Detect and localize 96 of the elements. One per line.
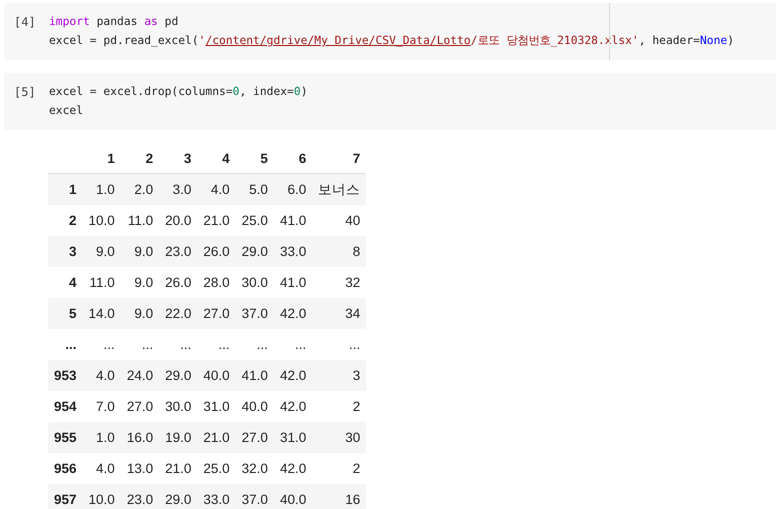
table-cell: 40.0: [197, 360, 236, 391]
table-cell: ...: [274, 329, 312, 360]
code-line: excel = pd.read_excel('/content/gdrive/My Drive/CSV_Data/Lotto/로또 당첨번호_210328.xlsx', header=None): [49, 33, 734, 49]
code-line: excel: [49, 103, 84, 119]
table-cell: 1.0: [82, 174, 121, 205]
table-cell: 29.0: [159, 360, 198, 391]
table-cell: 9.0: [120, 267, 160, 298]
row-index: 4: [48, 267, 83, 298]
table-cell: 4.0: [197, 174, 236, 205]
table-cell: ...: [236, 329, 274, 360]
table-cell: ...: [197, 329, 236, 360]
table-cell: 25.0: [236, 205, 274, 236]
table-cell: 23.0: [159, 236, 198, 267]
table-cell: 보너스: [312, 174, 366, 205]
table-cell: 11.0: [82, 267, 121, 298]
table-cell: 11.0: [120, 205, 160, 236]
table-cell: 29.0: [159, 484, 198, 509]
table-cell: 31.0: [197, 391, 236, 422]
table-cell: 21.0: [197, 422, 236, 453]
table-cell: 7.0: [82, 391, 121, 422]
table-cell: 27.0: [120, 391, 160, 422]
table-cell: 10.0: [82, 205, 121, 236]
table-cell: 32: [312, 267, 366, 298]
table-cell: 16.0: [120, 422, 160, 453]
table-cell: 24.0: [120, 360, 160, 391]
table-cell: 4.0: [82, 360, 121, 391]
table-cell: 21.0: [197, 205, 236, 236]
table-cell: 16: [312, 484, 366, 509]
row-index: 953: [48, 360, 83, 391]
table-cell: 2.0: [120, 174, 160, 205]
table-cell: 2: [312, 391, 366, 422]
row-index: ...: [48, 329, 83, 360]
table-cell: 41.0: [274, 267, 312, 298]
table-cell: 22.0: [159, 298, 198, 329]
table-cell: ...: [312, 329, 366, 360]
table-cell: 41.0: [274, 205, 312, 236]
table-cell: ...: [120, 329, 160, 360]
row-index: 954: [48, 391, 83, 422]
table-cell: ...: [82, 329, 121, 360]
table-cell: 42.0: [274, 298, 312, 329]
table-cell: 9.0: [82, 236, 121, 267]
table-cell: 30.0: [236, 267, 274, 298]
table-cell: 26.0: [159, 267, 198, 298]
row-index: 955: [48, 422, 83, 453]
row-index: 956: [48, 453, 83, 484]
table-cell: ...: [159, 329, 198, 360]
table-cell: 25.0: [197, 453, 236, 484]
table-cell: 2: [312, 453, 366, 484]
table-cell: 21.0: [159, 453, 198, 484]
code-cell[interactable]: [5] excel = excel.drop(columns=0, index=0) excel: [4, 73, 776, 130]
table-cell: 30.0: [159, 391, 198, 422]
row-index: 3: [48, 236, 83, 267]
table-cell: 31.0: [274, 422, 312, 453]
execution-count: [4]: [13, 14, 37, 31]
table-cell: 8: [312, 236, 366, 267]
table-cell: 29.0: [236, 236, 274, 267]
table-cell: 26.0: [197, 236, 236, 267]
table-cell: 9.0: [120, 298, 160, 329]
table-cell: 6.0: [274, 174, 312, 205]
table-cell: 42.0: [274, 453, 312, 484]
code-cell[interactable]: [4] import pandas as pd excel = pd.read_excel('/content/gdrive/My Drive/CSV_Data/Lotto/로또 당첨번호_210328.xlsx', header=None): [4, 3, 776, 60]
table-cell: 1.0: [82, 422, 121, 453]
table-cell: 27.0: [197, 298, 236, 329]
row-index: 2: [48, 205, 83, 236]
table-cell: 40: [312, 205, 366, 236]
table-cell: 27.0: [236, 422, 274, 453]
table-cell: 14.0: [82, 298, 121, 329]
table-cell: 13.0: [120, 453, 160, 484]
table-cell: 3: [312, 360, 366, 391]
table-cell: 37.0: [236, 484, 274, 509]
code-line: import pandas as pd: [49, 14, 180, 30]
table-cell: 42.0: [274, 391, 312, 422]
execution-count: [5]: [13, 84, 37, 101]
table-cell: 9.0: [120, 236, 160, 267]
table-cell: 28.0: [197, 267, 236, 298]
table-cell: 40.0: [236, 391, 274, 422]
table-cell: 5.0: [236, 174, 274, 205]
table-cell: 19.0: [159, 422, 198, 453]
table-cell: 23.0: [120, 484, 160, 509]
table-cell: 34: [312, 298, 366, 329]
table-cell: 3.0: [159, 174, 198, 205]
table-cell: 37.0: [236, 298, 274, 329]
table-cell: 33.0: [274, 236, 312, 267]
row-index: 1: [48, 174, 83, 205]
row-index: 957: [48, 484, 83, 509]
code-line: excel = excel.drop(columns=0, index=0): [49, 84, 308, 100]
row-index: 5: [48, 298, 83, 329]
table-cell: 30: [312, 422, 366, 453]
table-cell: 4.0: [82, 453, 121, 484]
table-cell: 40.0: [274, 484, 312, 509]
table-cell: 10.0: [82, 484, 121, 509]
table-cell: 20.0: [159, 205, 198, 236]
table-cell: 41.0: [236, 360, 274, 391]
table-cell: 33.0: [197, 484, 236, 509]
table-cell: 42.0: [274, 360, 312, 391]
table-cell: 32.0: [236, 453, 274, 484]
